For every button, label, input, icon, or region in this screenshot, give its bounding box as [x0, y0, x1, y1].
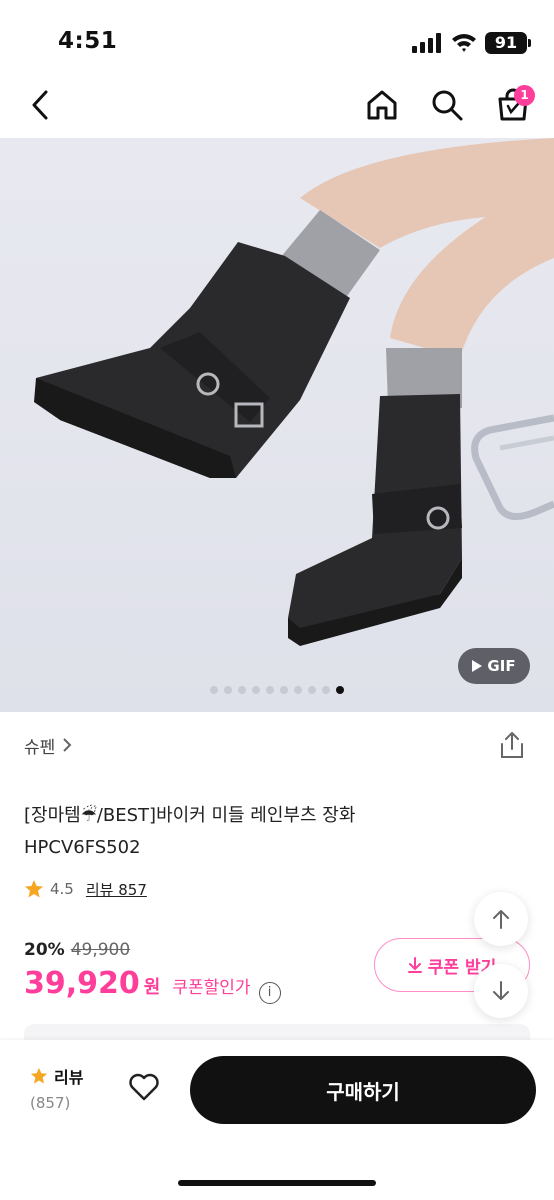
- gif-badge[interactable]: GIF: [458, 648, 530, 684]
- discount-row: 20% 49,900: [24, 940, 130, 960]
- discount-rate: 20%: [24, 940, 65, 960]
- coupon-price-label: 쿠폰할인가: [172, 978, 251, 998]
- star-icon: [30, 1067, 48, 1084]
- gallery-pagination: [0, 686, 554, 694]
- battery-icon: 91: [485, 32, 527, 54]
- scroll-down-button[interactable]: [474, 964, 528, 1018]
- gallery-dot[interactable]: [280, 686, 288, 694]
- search-icon[interactable]: [430, 88, 464, 122]
- nav-bar: 1: [0, 80, 554, 138]
- review-tab-count: (857): [30, 1094, 71, 1112]
- gallery-dot[interactable]: [266, 686, 274, 694]
- product-photo: [0, 138, 554, 712]
- product-title-line1: [장마템☔/BEST]바이커 미들 레인부츠 장화: [24, 805, 356, 826]
- status-bar: 4:51 91: [0, 0, 554, 80]
- rating-row: 4.5 리뷰 857: [24, 876, 147, 902]
- gallery-dot[interactable]: [252, 686, 260, 694]
- gallery-dot[interactable]: [210, 686, 218, 694]
- cart-badge: 1: [514, 85, 535, 106]
- sale-price: 39,920: [24, 966, 140, 1001]
- scroll-up-button[interactable]: [474, 892, 528, 946]
- gif-label: GIF: [487, 657, 516, 675]
- arrow-up-icon: [493, 910, 509, 929]
- product-title: [장마템☔/BEST]바이커 미들 레인부츠 장화 HPCV6FS502: [24, 800, 444, 864]
- brand-link[interactable]: 슈펜: [24, 732, 73, 758]
- download-icon: [407, 957, 422, 973]
- bottom-action-bar: 리뷰 (857) 구매하기: [0, 1040, 554, 1200]
- price-row: 39,920 원 쿠폰할인가 i: [24, 966, 281, 1004]
- battery-tip: [528, 39, 531, 47]
- heart-icon[interactable]: [128, 1072, 160, 1102]
- review-tab-label: 리뷰: [54, 1068, 84, 1087]
- status-time: 4:51: [58, 28, 118, 54]
- chevron-right-icon: [63, 738, 72, 752]
- home-icon[interactable]: [365, 88, 399, 122]
- info-icon[interactable]: i: [258, 982, 281, 1004]
- currency-label: 원: [143, 977, 161, 998]
- brand-name: 슈펜: [24, 737, 56, 758]
- product-code: HPCV6FS502: [24, 837, 141, 858]
- play-icon: [472, 660, 483, 672]
- review-count-link[interactable]: 리뷰 857: [86, 879, 147, 900]
- original-price: 49,900: [70, 940, 131, 960]
- gallery-dot[interactable]: [238, 686, 246, 694]
- signal-icon: [412, 33, 441, 53]
- gallery-dot[interactable]: [308, 686, 316, 694]
- gallery-dot[interactable]: [224, 686, 232, 694]
- gallery-dot-active[interactable]: [336, 686, 344, 694]
- review-tab[interactable]: 리뷰 (857): [30, 1064, 100, 1112]
- product-image-gallery[interactable]: GIF: [0, 138, 554, 712]
- wifi-icon: [452, 34, 476, 52]
- gallery-dot[interactable]: [294, 686, 302, 694]
- back-icon[interactable]: [24, 88, 58, 122]
- star-icon: [25, 880, 43, 898]
- gallery-dot[interactable]: [322, 686, 330, 694]
- share-icon[interactable]: [498, 730, 526, 760]
- buy-button[interactable]: 구매하기: [190, 1056, 536, 1124]
- arrow-down-icon: [493, 981, 509, 1000]
- home-indicator: [178, 1180, 376, 1186]
- rating-value: 4.5: [50, 880, 74, 898]
